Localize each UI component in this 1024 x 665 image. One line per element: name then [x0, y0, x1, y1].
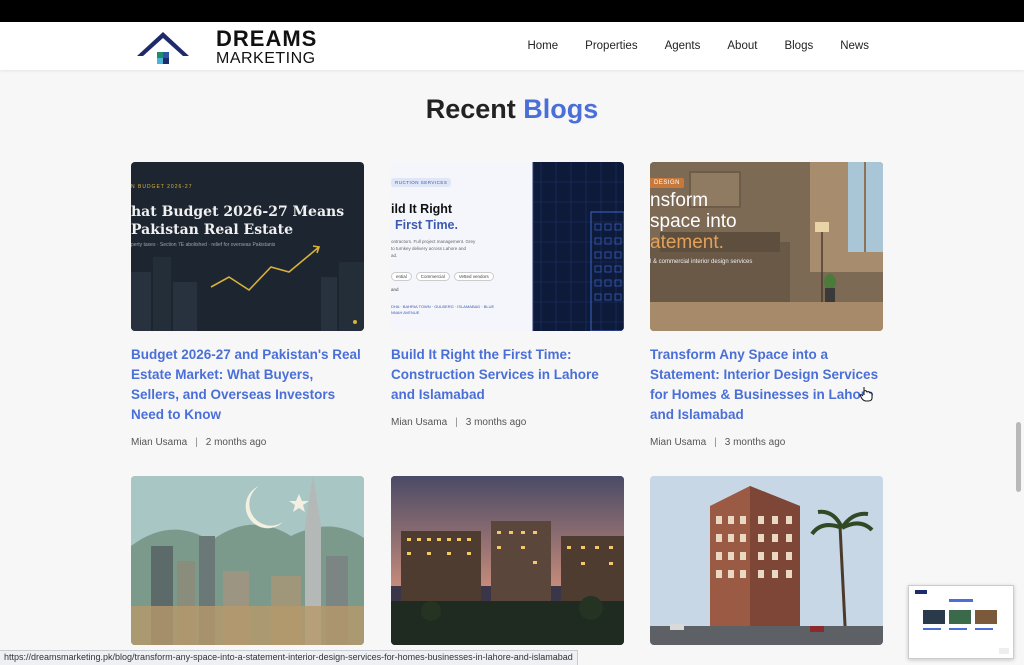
house-logo-icon [136, 30, 190, 66]
thumb-headline-1: hat Budget 2026-27 Means [131, 204, 345, 220]
thumb-chip: Vetted vendors [453, 272, 494, 281]
blog-thumbnail-skyline[interactable] [131, 476, 364, 645]
nav-agents[interactable]: Agents [665, 40, 701, 52]
thumb-headline-2: First Time. [395, 218, 458, 232]
logo-line-2: MARKETING [216, 50, 316, 67]
blog-card-meta: Mian Usama | 3 months ago [391, 417, 624, 428]
hand-cursor-icon [859, 387, 873, 402]
page-scrollbar[interactable] [1016, 422, 1021, 492]
nav-news[interactable]: News [840, 40, 869, 52]
site-logo[interactable]: DREAMS MARKETING [136, 28, 317, 67]
blog-card-title[interactable]: Transform Any Space into a Statement: In… [650, 345, 883, 425]
thumb-chip: Commercial [415, 272, 450, 281]
thumb-chips: ential Commercial Vetted vendors [391, 272, 494, 281]
night-apartments-graphic [391, 476, 624, 645]
thumb-places: DHA · BAHRIA TOWN · GULBERG · ISLAMABAD … [391, 304, 495, 315]
blog-time: 3 months ago [465, 417, 527, 428]
blog-thumbnail-night-apartments[interactable] [391, 476, 624, 645]
blog-card-meta: Mian Usama | 3 months ago [650, 437, 883, 448]
blog-card-title[interactable]: Build It Right the First Time: Construct… [391, 345, 624, 405]
section-title-main: Recent [425, 94, 516, 124]
preview-page-graphic [909, 586, 1013, 658]
thumb-headline-3: atement. [650, 232, 724, 253]
thumb-subtitle: perty taxes · Section 7E abolished · rel… [131, 242, 276, 248]
section-title-accent: Blogs [523, 94, 599, 124]
blog-card[interactable] [391, 476, 624, 645]
blog-time: 3 months ago [724, 437, 786, 448]
thumb-headline-1: ild It Right [391, 202, 453, 216]
thumb-chip: ential [391, 272, 412, 281]
main-nav: Home Properties Agents About Blogs News [500, 22, 869, 70]
thumb-tag: N BUDGET 2026-27 [131, 184, 193, 190]
blog-card[interactable]: RUCTION SERVICES ild It Right First Time… [391, 162, 624, 428]
thumb-headline-2: Pakistan Real Estate [131, 222, 293, 238]
blog-card-title[interactable]: Budget 2026-27 and Pakistan's Real Estat… [131, 345, 364, 425]
thumb-headline-2: space into [650, 211, 737, 232]
thumb-headline-1: nsform [650, 190, 709, 211]
blog-thumbnail-interior[interactable]: DESIGN nsform space into atement. l & co… [650, 162, 883, 331]
blog-card[interactable] [650, 476, 883, 645]
tab-preview-thumbnail[interactable] [908, 585, 1014, 659]
blog-card[interactable]: N BUDGET 2026-27 hat Budget 2026-27 Mean… [131, 162, 364, 448]
browser-top-bar [0, 0, 1024, 22]
blog-thumbnail-tower[interactable] [650, 476, 883, 645]
site-header: DREAMS MARKETING Home Properties Agents … [0, 22, 1024, 70]
blog-author: Mian Usama [391, 417, 448, 428]
blog-time: 2 months ago [205, 437, 267, 448]
meta-separator: | [714, 437, 717, 448]
nav-blogs[interactable]: Blogs [784, 40, 813, 52]
nav-home[interactable]: Home [527, 40, 558, 52]
logo-wordmark: DREAMS MARKETING [216, 28, 317, 67]
blog-card-meta: Mian Usama | 2 months ago [131, 437, 364, 448]
skyline-crescent-graphic [131, 476, 364, 645]
blog-card[interactable] [131, 476, 364, 645]
section-title: Recent Blogs [0, 94, 1024, 125]
status-bar-url: https://dreamsmarketing.pk/blog/transfor… [0, 650, 578, 665]
logo-line-1: DREAMS [216, 26, 318, 51]
nav-about[interactable]: About [727, 40, 757, 52]
brick-tower-graphic [650, 476, 883, 645]
blog-card[interactable]: DESIGN nsform space into atement. l & co… [650, 162, 883, 448]
thumb-tag: RUCTION SERVICES [391, 178, 452, 187]
thumb-subtitle: ontractors. Full project management. Gre… [391, 239, 476, 258]
blog-thumbnail-construction[interactable]: RUCTION SERVICES ild It Right First Time… [391, 162, 624, 331]
thumb-chip-extra: and [391, 287, 399, 292]
thumb-subtitle: l & commercial interior design services [650, 259, 753, 265]
meta-separator: | [195, 437, 198, 448]
nav-properties[interactable]: Properties [585, 40, 637, 52]
blog-author: Mian Usama [131, 437, 188, 448]
meta-separator: | [455, 417, 458, 428]
blog-author: Mian Usama [650, 437, 707, 448]
blog-thumbnail-budget[interactable]: N BUDGET 2026-27 hat Budget 2026-27 Mean… [131, 162, 364, 331]
thumb-tag: DESIGN [650, 178, 685, 188]
